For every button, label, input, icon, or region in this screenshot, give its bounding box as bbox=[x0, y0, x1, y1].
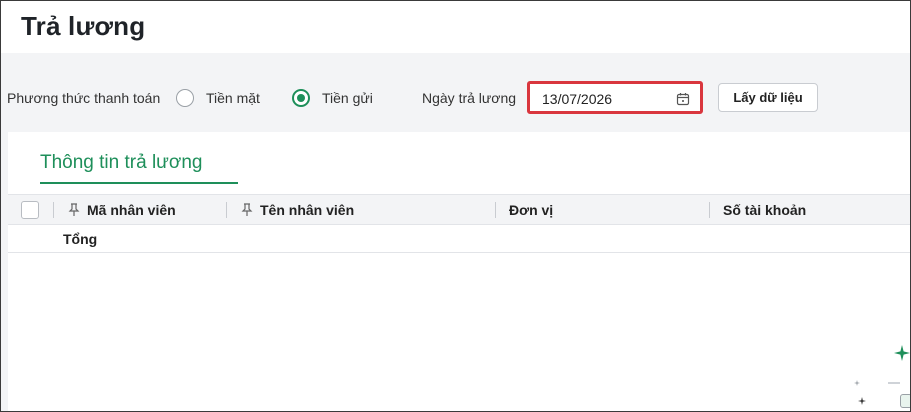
title-bar: Trả lương bbox=[1, 1, 910, 53]
sparkle-icon bbox=[854, 373, 860, 391]
app-window: Trả lương Phương thức thanh toán Tiền mặ… bbox=[0, 0, 911, 412]
column-account-number[interactable]: Số tài khoản bbox=[723, 202, 806, 218]
payment-date-value[interactable]: 13/07/2026 bbox=[542, 91, 612, 107]
payment-date-input[interactable]: 13/07/2026 bbox=[527, 81, 703, 114]
sparkle-icon bbox=[858, 392, 866, 410]
radio-cash-label[interactable]: Tiền mặt bbox=[206, 90, 260, 106]
radio-cash[interactable] bbox=[176, 89, 194, 107]
tab-payment-info[interactable]: Thông tin trả lương bbox=[40, 152, 202, 174]
sparkle-icon bbox=[894, 345, 910, 366]
column-employee-code[interactable]: Mã nhân viên bbox=[87, 202, 176, 218]
pin-icon[interactable] bbox=[68, 203, 80, 222]
column-divider bbox=[53, 202, 54, 218]
decor-line bbox=[888, 382, 900, 384]
payment-card: Thông tin trả lương Mã nhân viên Tên nhâ… bbox=[8, 132, 910, 411]
radio-deposit[interactable] bbox=[292, 89, 310, 107]
column-employee-name[interactable]: Tên nhân viên bbox=[260, 202, 354, 218]
illustration-icon bbox=[900, 394, 910, 408]
table-header: Mã nhân viên Tên nhân viên Đơn vị Số tài… bbox=[8, 194, 910, 225]
column-unit[interactable]: Đơn vị bbox=[509, 202, 553, 218]
calendar-icon[interactable] bbox=[676, 92, 690, 111]
select-all-checkbox[interactable] bbox=[21, 201, 39, 219]
page-title: Trả lương bbox=[21, 11, 146, 41]
pin-icon[interactable] bbox=[241, 203, 253, 222]
column-divider bbox=[495, 202, 496, 218]
payment-method-label: Phương thức thanh toán bbox=[7, 90, 161, 106]
tab-active-indicator bbox=[40, 182, 238, 184]
payment-date-label: Ngày trả lương bbox=[422, 90, 517, 106]
total-label: Tổng bbox=[63, 231, 98, 247]
total-row: Tổng bbox=[8, 225, 910, 253]
column-divider bbox=[226, 202, 227, 218]
column-divider bbox=[709, 202, 710, 218]
fetch-data-button[interactable]: Lấy dữ liệu bbox=[718, 83, 818, 112]
radio-deposit-label[interactable]: Tiền gửi bbox=[322, 90, 373, 106]
